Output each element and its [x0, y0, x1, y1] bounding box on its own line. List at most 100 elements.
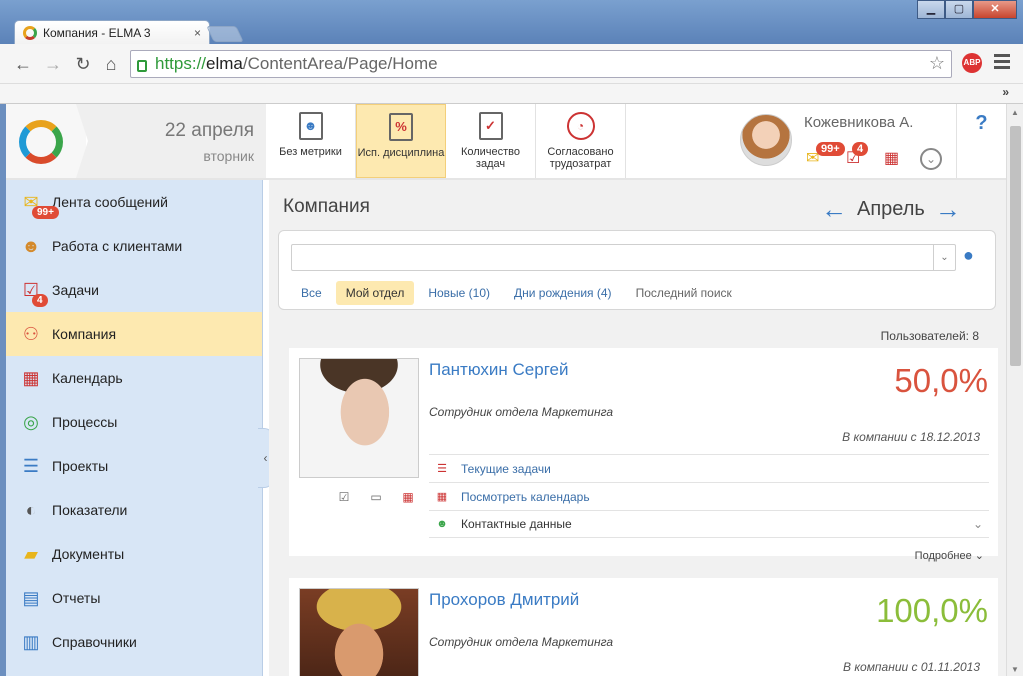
month-label: Апрель	[857, 198, 925, 220]
sidebar-item-documents[interactable]: ▰ Документы	[6, 532, 262, 576]
adblock-icon[interactable]: ABP	[962, 53, 982, 73]
scroll-down-arrow-icon[interactable]: ▼	[1011, 665, 1019, 674]
tasks-badge: 4	[852, 142, 869, 156]
project-gantt-icon: ☰	[22, 456, 40, 476]
employee-card: ☑ ▭ ▦ Пантюхин Сергей 50,0% Сотрудник от…	[289, 348, 998, 562]
address-bar[interactable]: https://elma/ContentArea/Page/Home ☆	[130, 50, 952, 78]
tab-title: Компания - ELMA 3	[43, 25, 151, 40]
logo-area[interactable]	[6, 104, 86, 178]
current-tasks-link[interactable]: ☰ Текущие задачи	[429, 454, 989, 482]
search-input[interactable]: ⌄	[291, 244, 956, 271]
more-details-link[interactable]: Подробнее ⌄	[915, 549, 984, 562]
org-chart-icon: ⚇	[22, 324, 40, 344]
sidebar-tasks-badge: 4	[32, 294, 48, 307]
sidebar-item-label: Компания	[52, 326, 117, 342]
employee-percent: 50,0%	[894, 362, 988, 399]
client-person-icon: ☻	[21, 236, 41, 256]
employee-since: В компании с 01.11.2013	[843, 660, 980, 674]
employee-name-link[interactable]: Прохоров Дмитрий	[429, 590, 579, 610]
sidebar-item-label: Задачи	[52, 282, 100, 298]
chevron-down-icon[interactable]: ⌄	[920, 148, 942, 170]
employee-department: Сотрудник отдела Маркетинга	[429, 405, 614, 419]
elma-app: 22 апреля вторник ☻ Без метрики % Исп. д…	[6, 104, 1006, 676]
filter-all[interactable]: Все	[291, 281, 332, 305]
link-label: Текущие задачи	[461, 461, 551, 476]
link-label: Посмотреть календарь	[461, 489, 590, 504]
sidebar-item-feed[interactable]: ✉ 99+ Лента сообщений	[6, 180, 262, 224]
employee-photo[interactable]	[299, 588, 419, 676]
metric-task-count[interactable]: ✓ Количество задач	[446, 104, 536, 178]
next-month-arrow-icon[interactable]: →	[935, 194, 961, 225]
user-clipboard-icon: ☻	[298, 112, 323, 140]
sidebar-item-label: Документы	[52, 546, 125, 562]
sidebar-item-calendar[interactable]: ▦ Календарь	[6, 356, 262, 400]
view-calendar-link[interactable]: ▦ Посмотреть календарь	[429, 482, 989, 510]
filter-tabs: Все Мой отдел Новые (10) Дни рождения (4…	[291, 281, 746, 305]
bookmarks-more-icon[interactable]: »	[1002, 85, 1009, 99]
window-titlebar: Компания - ELMA 3 × ▁ ▢ ✕	[0, 0, 1023, 44]
employee-photo[interactable]	[299, 358, 419, 478]
sidebar-item-processes[interactable]: ◎ Процессы	[6, 400, 262, 444]
calendar-icon: ▦	[436, 491, 448, 503]
chevron-down-icon[interactable]: ⌄	[973, 517, 983, 531]
browser-toolbar: ← → ↻ ⌂ https://elma/ContentArea/Page/Ho…	[0, 44, 1023, 84]
bookmark-star-icon[interactable]: ☆	[929, 53, 945, 74]
gauge-icon: ◐	[25, 500, 37, 520]
maximize-button[interactable]: ▢	[945, 0, 973, 19]
bookmarks-bar: »	[0, 84, 1023, 104]
employee-links: ☰ Текущие задачи ▦ Посмотреть календарь …	[429, 454, 989, 538]
scroll-up-arrow-icon[interactable]: ▲	[1011, 108, 1019, 117]
users-count: Пользователей: 8	[880, 329, 979, 343]
user-name[interactable]: Кожевникова А.	[804, 114, 913, 131]
metric-label: Количество задач	[460, 146, 521, 170]
filter-new[interactable]: Новые (10)	[418, 281, 500, 305]
scrollbar-thumb[interactable]	[1010, 126, 1021, 366]
forward-arrow-icon[interactable]: →	[42, 53, 64, 75]
calendar-icon: ▦	[22, 368, 40, 388]
sidebar-item-indicators[interactable]: ◐ Показатели	[6, 488, 262, 532]
sidebar-item-label: Процессы	[52, 414, 118, 430]
reload-icon[interactable]: ↻	[72, 53, 94, 75]
sidebar: ✉ 99+ Лента сообщений ☻ Работа с клиента…	[6, 180, 263, 676]
minimize-button[interactable]: ▁	[917, 0, 945, 19]
employee-since: В компании с 18.12.2013	[842, 430, 980, 444]
percent-clipboard-icon: %	[389, 113, 413, 141]
filter-birthdays[interactable]: Дни рождения (4)	[504, 281, 622, 305]
tab-close-icon[interactable]: ×	[194, 26, 201, 40]
browser-tab[interactable]: Компания - ELMA 3 ×	[14, 20, 210, 44]
help-button[interactable]: ?	[956, 104, 1006, 178]
page-scrollbar[interactable]: ▲ ▼	[1006, 104, 1023, 676]
metric-discipline[interactable]: % Исп. дисциплина	[356, 104, 446, 178]
user-avatar[interactable]	[740, 114, 792, 166]
contact-data-toggle[interactable]: ☻ Контактные данные ⌄	[429, 510, 989, 538]
message-icon[interactable]: ▭	[367, 490, 385, 504]
main-content: Компания ← Апрель → ⌄ ● Все Мой отдел Но…	[269, 180, 1006, 676]
filter-my-department[interactable]: Мой отдел	[335, 281, 415, 305]
filter-last-search[interactable]: Последний поиск	[626, 281, 742, 305]
employee-department: Сотрудник отдела Маркетинга	[429, 635, 614, 649]
calendar-clock-icon[interactable]: ▦	[884, 148, 899, 168]
prev-month-arrow-icon[interactable]: ←	[821, 194, 847, 225]
sidebar-item-tasks[interactable]: ☑ 4 Задачи	[6, 268, 262, 312]
employee-name-link[interactable]: Пантюхин Сергей	[429, 360, 568, 380]
add-calendar-icon[interactable]: ▦	[399, 490, 417, 504]
elma-favicon-icon	[23, 25, 37, 40]
sidebar-item-label: Справочники	[52, 634, 137, 650]
employee-actions: ☑ ▭ ▦	[335, 490, 431, 504]
metric-labor-approved[interactable]: ◔ Согласовано трудозатрат	[536, 104, 626, 178]
folder-icon: ▰	[24, 544, 38, 564]
home-icon[interactable]: ⌂	[100, 53, 122, 75]
browser-menu-icon[interactable]	[994, 54, 1010, 72]
sidebar-item-clients[interactable]: ☻ Работа с клиентами	[6, 224, 262, 268]
new-tab-button[interactable]	[206, 26, 244, 42]
person-filter-icon[interactable]: ●	[963, 245, 974, 266]
sidebar-item-projects[interactable]: ☰ Проекты	[6, 444, 262, 488]
search-dropdown-chevron-icon[interactable]: ⌄	[933, 245, 955, 270]
sidebar-item-company[interactable]: ⚇ Компания	[6, 312, 262, 356]
sidebar-item-reports[interactable]: ▤ Отчеты	[6, 576, 262, 620]
close-window-button[interactable]: ✕	[973, 0, 1017, 19]
back-arrow-icon[interactable]: ←	[12, 53, 34, 75]
metric-no-metric[interactable]: ☻ Без метрики	[266, 104, 356, 178]
sidebar-item-references[interactable]: ▥ Справочники	[6, 620, 262, 664]
add-task-icon[interactable]: ☑	[335, 490, 353, 504]
